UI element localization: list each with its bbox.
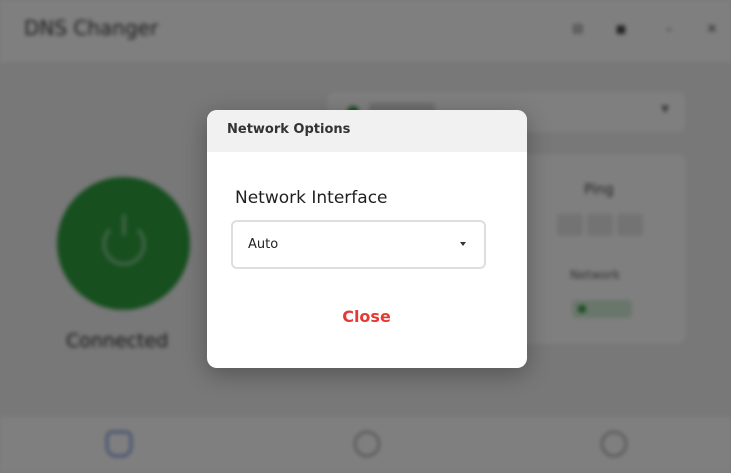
select-value: Auto — [248, 237, 279, 252]
dialog-title: Network Options — [227, 122, 351, 137]
network-options-dialog: Network Options Network Interface Auto C… — [207, 110, 527, 368]
network-interface-select[interactable]: Auto — [231, 220, 486, 269]
close-button[interactable]: Close — [319, 302, 414, 332]
network-interface-label: Network Interface — [235, 188, 388, 208]
dialog-header: Network Options — [207, 110, 527, 152]
caret-down-icon — [460, 242, 466, 246]
